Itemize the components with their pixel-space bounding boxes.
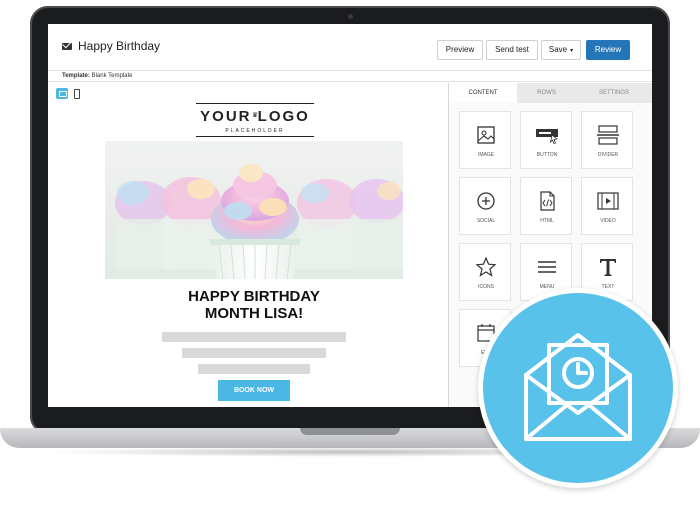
tile-video[interactable]: VIDEO [581, 177, 633, 235]
cupcakes-image [115, 164, 403, 279]
tile-label: SOCIAL [476, 218, 496, 224]
save-button-label: Save [548, 45, 568, 54]
envelope-clock-icon [524, 333, 632, 441]
camera [348, 14, 353, 19]
template-bar: Template: Blank Template [48, 70, 652, 82]
text-placeholder-line [198, 364, 310, 374]
desktop-view-icon[interactable] [56, 88, 68, 99]
chevron-down-icon: ▾ [570, 48, 574, 54]
email-headline[interactable]: HAPPY BIRTHDAY MONTH LISA! [105, 288, 403, 322]
tab-content[interactable]: CONTENT [449, 83, 517, 103]
social-icon [477, 192, 495, 210]
tile-label: BUTTON [536, 152, 558, 158]
tile-html[interactable]: HTML [520, 177, 572, 235]
image-icon [477, 126, 495, 144]
menu-icon [538, 261, 556, 273]
tab-settings[interactable]: SETTINGS [576, 83, 652, 103]
mobile-view-icon[interactable] [70, 88, 82, 99]
template-label: Template: [62, 73, 90, 79]
button-icon [536, 129, 558, 144]
tile-social[interactable]: SOCIAL [459, 177, 511, 235]
email-canvas: YOUR LOGO ♛ PLACEHOLDER HAPPY BIRTHDAY M… [48, 83, 449, 407]
tab-rows[interactable]: ROWS [517, 83, 576, 103]
logo-subtext: PLACEHOLDER [225, 128, 285, 134]
video-icon [597, 192, 619, 210]
panel-tabs: CONTENT ROWS SETTINGS [449, 83, 652, 103]
preview-button[interactable]: Preview [437, 40, 483, 60]
tile-button[interactable]: BUTTON [520, 111, 572, 169]
divider-icon [597, 125, 619, 145]
html-icon [540, 191, 555, 211]
tile-label: ICONS [478, 284, 494, 290]
headline-line-2: MONTH LISA! [204, 305, 304, 322]
hero-image[interactable] [105, 141, 403, 279]
text-placeholder-line [182, 348, 326, 358]
text-icon [600, 259, 616, 276]
headline-line-1: HAPPY BIRTHDAY [188, 288, 320, 305]
tile-image[interactable]: IMAGE [459, 111, 511, 169]
template-value: Blank Template [91, 73, 133, 79]
book-now-button[interactable]: BOOK NOW [218, 380, 290, 401]
app-header: Happy Birthday Preview Send test Save ▾ R… [48, 24, 652, 71]
crown-icon: ♛ [251, 112, 259, 119]
scheduled-email-badge [478, 288, 678, 488]
tile-label: DIVIDER [597, 152, 619, 158]
tile-label: IMAGE [477, 152, 495, 158]
tile-label: VIDEO [600, 218, 616, 224]
campaign-title: Happy Birthday [78, 39, 161, 53]
tile-label: HTML [540, 218, 554, 224]
star-icon [475, 256, 497, 277]
review-button[interactable]: Review [586, 40, 630, 60]
text-placeholder-line [162, 332, 346, 342]
logo-placeholder[interactable]: YOUR LOGO ♛ PLACEHOLDER [196, 103, 314, 137]
envelope-icon [62, 43, 72, 50]
save-button[interactable]: Save ▾ [541, 40, 581, 60]
laptop-notch [300, 428, 400, 435]
tile-divider[interactable]: DIVIDER [581, 111, 633, 169]
send-test-button[interactable]: Send test [486, 40, 538, 60]
